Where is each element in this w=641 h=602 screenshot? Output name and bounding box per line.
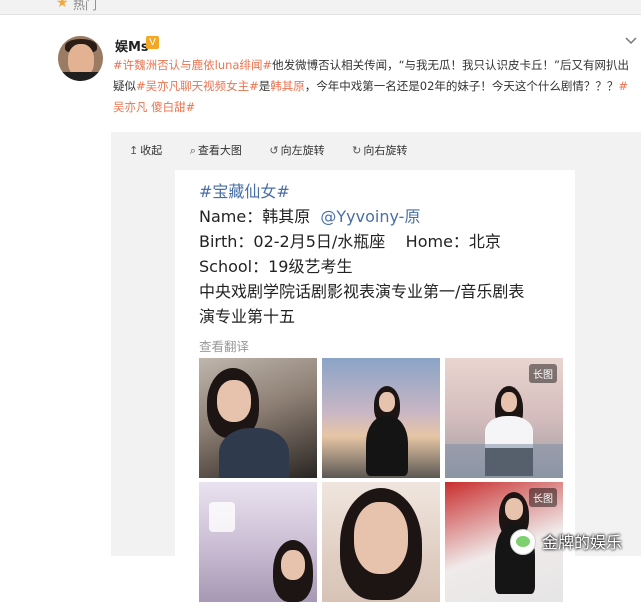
search-icon: ⌕ <box>189 144 196 157</box>
author-name[interactable]: 娱Ms <box>115 36 149 55</box>
photo-thumbnail: 长图 <box>445 358 563 478</box>
card-birth: Birth：02-2月5日/水瓶座 <box>199 232 386 251</box>
card-school: School：19级艺考生 <box>199 257 353 276</box>
rotate-right-label: 向右旋转 <box>363 144 408 157</box>
collapse-button[interactable]: ↥ 收起 <box>129 144 174 157</box>
hashtag-link[interactable]: #许魏洲否认与鹿依luna绯闻# <box>113 58 272 72</box>
card-home: Home：北京 <box>405 232 501 251</box>
embedded-image[interactable]: #宝藏仙女# Name：韩其原 @Yyvoiny-原 Birth：02-2月5日… <box>175 170 575 602</box>
photo-thumbnail <box>322 358 440 478</box>
collapse-icon: ↥ <box>129 144 139 157</box>
card-birth-line: Birth：02-2月5日/水瓶座 Home：北京 <box>199 228 501 252</box>
photo-thumbnail <box>322 482 440 602</box>
post-text: #许魏洲否认与鹿依luna绯闻#他发微博否认相关传闻，“与我无瓜！我只认识皮卡丘… <box>113 55 633 118</box>
photo-thumbnail <box>199 358 317 478</box>
card-weibo-handle: @Yyvoiny-原 <box>320 207 421 226</box>
rotate-left-icon: ↺ <box>269 144 279 157</box>
star-icon: ★ <box>56 0 69 11</box>
card-desc-line1: 中央戏剧学院话剧影视表演专业第一/音乐剧表 <box>199 282 525 301</box>
collapse-label: 收起 <box>140 144 163 157</box>
card-name-line: Name：韩其原 @Yyvoiny-原 <box>199 203 420 227</box>
rotate-left-button[interactable]: ↺ 向左旋转 <box>269 144 336 157</box>
card-name: Name：韩其原 <box>199 207 311 226</box>
photo-thumbnail <box>199 482 317 602</box>
avatar[interactable] <box>58 36 103 81</box>
rotate-right-icon: ↻ <box>352 144 362 157</box>
media-viewer: ↥ 收起 ⌕ 查看大图 ↺ 向左旋转 ↻ 向右旋转 #宝藏仙女# Name：韩其原 @Y… <box>111 132 641 602</box>
image-toolbar: ↥ 收起 ⌕ 查看大图 ↺ 向左旋转 ↻ 向右旋转 <box>129 142 431 158</box>
card-desc-line2: 演专业第十五 <box>199 307 296 326</box>
post-text-segment: 是 <box>258 79 271 93</box>
verified-badge: V <box>146 36 159 49</box>
long-image-badge: 长图 <box>529 364 557 383</box>
translate-link: 查看翻译 <box>199 339 250 354</box>
watermark: 金牌的娱乐 <box>510 527 641 556</box>
chevron-down-icon[interactable] <box>625 34 637 49</box>
post-text-segment: ，今年中戏第一名还是02年的妹子！今天这个什么剧情？？？ <box>304 79 619 93</box>
mention-link[interactable]: 韩其原 <box>270 79 305 93</box>
view-large-button[interactable]: ⌕ 查看大图 <box>190 144 254 157</box>
wechat-logo-icon <box>510 529 536 555</box>
weibo-post: 娱Ms V #许魏洲否认与鹿依luna绯闻#他发微博否认相关传闻，“与我无瓜！我… <box>0 15 641 602</box>
long-image-badge: 长图 <box>529 488 557 507</box>
watermark-text: 金牌的娱乐 <box>542 533 623 552</box>
card-tagline: #宝藏仙女# <box>199 182 290 201</box>
rotate-left-label: 向左旋转 <box>280 144 325 157</box>
view-large-label: 查看大图 <box>197 144 242 157</box>
hot-label: 热门 <box>73 0 98 12</box>
hashtag-link[interactable]: #吴亦凡聊天视频女主# <box>136 79 259 93</box>
rotate-right-button[interactable]: ↻ 向右旋转 <box>352 144 419 157</box>
top-bar: ★ 热门 <box>0 0 641 15</box>
